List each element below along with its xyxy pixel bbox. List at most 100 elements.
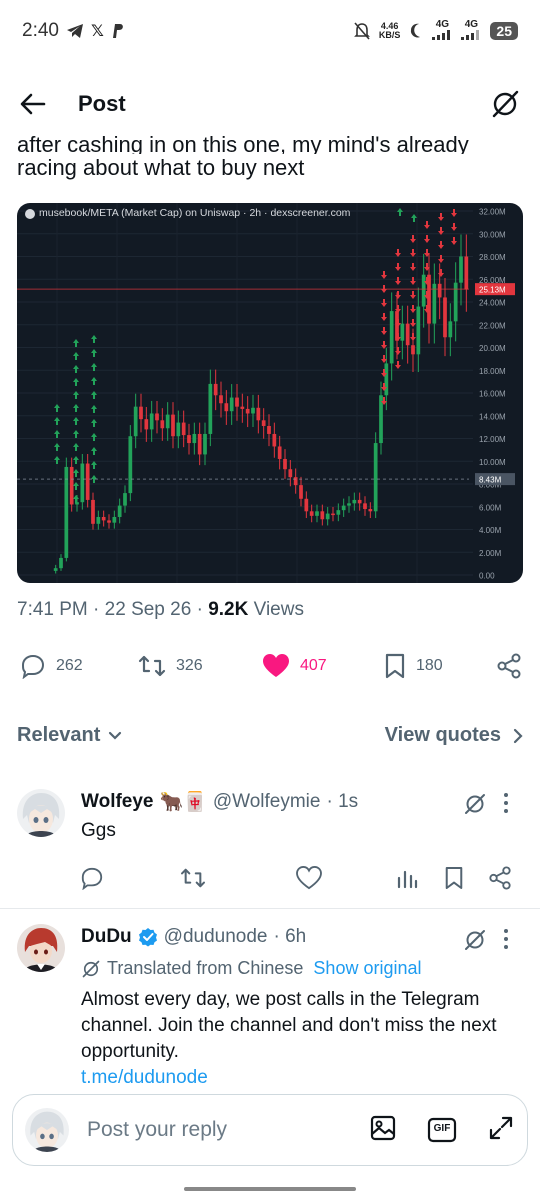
sell-marker-arrow	[395, 263, 401, 271]
candle-body	[256, 407, 261, 421]
sell-marker-arrow	[381, 299, 387, 307]
candle-body	[293, 477, 298, 486]
add-gif-button[interactable]: GIF	[427, 1117, 457, 1143]
reply-input[interactable]	[87, 1118, 317, 1142]
buy-marker-arrow	[73, 365, 79, 373]
name-emoji: 🐂🀄	[159, 792, 207, 813]
verified-badge-icon	[138, 928, 157, 947]
candle-body	[411, 345, 415, 355]
status-time: 2:40	[22, 20, 59, 41]
buy-marker-arrow	[397, 208, 403, 216]
sell-marker-arrow	[410, 333, 416, 341]
sell-marker-arrow	[410, 319, 416, 327]
back-button[interactable]	[20, 89, 50, 119]
candle-body	[96, 516, 101, 524]
candle-body	[453, 282, 458, 322]
candle-body	[389, 311, 394, 364]
share-action[interactable]	[496, 653, 522, 679]
avatar[interactable]	[17, 924, 65, 972]
sell-marker-arrow	[381, 271, 387, 279]
user-handle[interactable]: @dudunode	[164, 926, 268, 948]
candle-body	[69, 466, 74, 505]
anime-avatar-image	[17, 924, 65, 972]
buy-marker-arrow	[91, 391, 97, 399]
reply-action[interactable]: 262	[20, 653, 138, 679]
more-options-button[interactable]	[503, 928, 509, 950]
grok-button[interactable]	[463, 928, 487, 952]
avatar[interactable]	[17, 789, 65, 837]
reply-item[interactable]: Wolfeye 🐂🀄 @Wolfeymie · 1s Ggs	[0, 780, 540, 900]
candle-body	[59, 557, 63, 569]
buy-marker-arrow	[73, 430, 79, 438]
candle-body	[320, 511, 325, 520]
buy-marker-arrow	[411, 214, 417, 222]
like-action[interactable]: 407	[262, 653, 384, 679]
buy-marker-arrow	[91, 433, 97, 441]
sell-marker-arrow	[424, 221, 430, 229]
buy-marker-arrow	[73, 404, 79, 412]
chart-image[interactable]: 32.00M 30.00M 28.00M 26.00M 24.00M 22.00M 20.0…	[17, 203, 523, 583]
reply-icon	[81, 867, 103, 890]
divider	[0, 908, 540, 909]
more-vertical-icon	[504, 793, 508, 813]
post-date: 22 Sep 26	[104, 599, 192, 620]
more-options-button[interactable]	[503, 792, 509, 814]
top-app-bar: Post	[0, 80, 540, 128]
candle-body	[459, 256, 463, 283]
sell-marker-arrow	[395, 291, 401, 299]
candle-body	[112, 516, 117, 523]
translated-label: Translated from Chinese	[107, 958, 304, 978]
y-tick-label: 14.00M	[479, 412, 506, 421]
sell-marker-arrow	[438, 213, 444, 221]
reply-header: DuDu @dudunode · 6h	[81, 926, 306, 948]
buy-marker-arrow	[54, 417, 60, 425]
candle-body	[272, 433, 277, 447]
repost-action[interactable]: 326	[138, 654, 262, 678]
buy-marker-arrow	[73, 352, 79, 360]
display-name[interactable]: Wolfeye	[81, 791, 154, 813]
display-name[interactable]: DuDu	[81, 926, 132, 948]
share-icon	[489, 865, 511, 890]
telegram-link[interactable]: t.me/dudunode	[81, 1065, 208, 1091]
home-indicator[interactable]	[184, 1187, 356, 1191]
sell-marker-arrow	[395, 277, 401, 285]
candle-body	[363, 503, 367, 510]
candle-body	[448, 321, 453, 338]
price-badge-label: 8.43M	[479, 476, 502, 485]
candle-body	[213, 383, 218, 396]
like-action[interactable]	[296, 865, 396, 895]
sort-relevant-button[interactable]: Relevant	[17, 724, 122, 747]
grok-button[interactable]	[490, 89, 520, 119]
sell-marker-arrow	[438, 241, 444, 249]
bookmark-action[interactable]	[444, 866, 488, 895]
heart-icon	[296, 865, 322, 889]
views-action[interactable]	[396, 867, 444, 894]
reply-item[interactable]: DuDu @dudunode · 6h Translated from Chin…	[0, 916, 540, 1096]
add-image-button[interactable]	[369, 1114, 397, 1147]
view-quotes-link[interactable]: View quotes	[385, 724, 523, 747]
candle-body	[155, 413, 159, 421]
user-handle[interactable]: @Wolfeymie	[213, 791, 321, 813]
buy-marker-arrow	[54, 430, 60, 438]
x-logo-icon: 𝕏	[90, 23, 104, 40]
candle-body	[416, 306, 421, 355]
chevron-right-icon	[513, 728, 523, 743]
candle-body	[421, 274, 426, 307]
show-original-link[interactable]: Show original	[313, 958, 421, 979]
y-tick-label: 30.00M	[479, 230, 506, 239]
candlestick-chart: 32.00M30.00M28.00M26.00M24.00M22.00M20.0…	[17, 203, 515, 583]
bookmark-icon	[385, 653, 405, 679]
sell-marker-arrow	[410, 235, 416, 243]
candle-body	[144, 419, 149, 430]
bookmark-action[interactable]: 180	[384, 653, 492, 679]
signal-2: 4G	[461, 19, 481, 43]
reply-header: Wolfeye 🐂🀄 @Wolfeymie · 1s	[81, 790, 358, 814]
repost-action[interactable]	[180, 867, 296, 894]
share-action[interactable]	[488, 865, 512, 895]
candle-body	[219, 395, 223, 404]
reply-action[interactable]	[80, 866, 180, 895]
y-tick-label: 12.00M	[479, 435, 506, 444]
grok-button[interactable]	[463, 792, 487, 816]
candle-body	[80, 463, 85, 503]
expand-composer-button[interactable]	[487, 1114, 515, 1147]
